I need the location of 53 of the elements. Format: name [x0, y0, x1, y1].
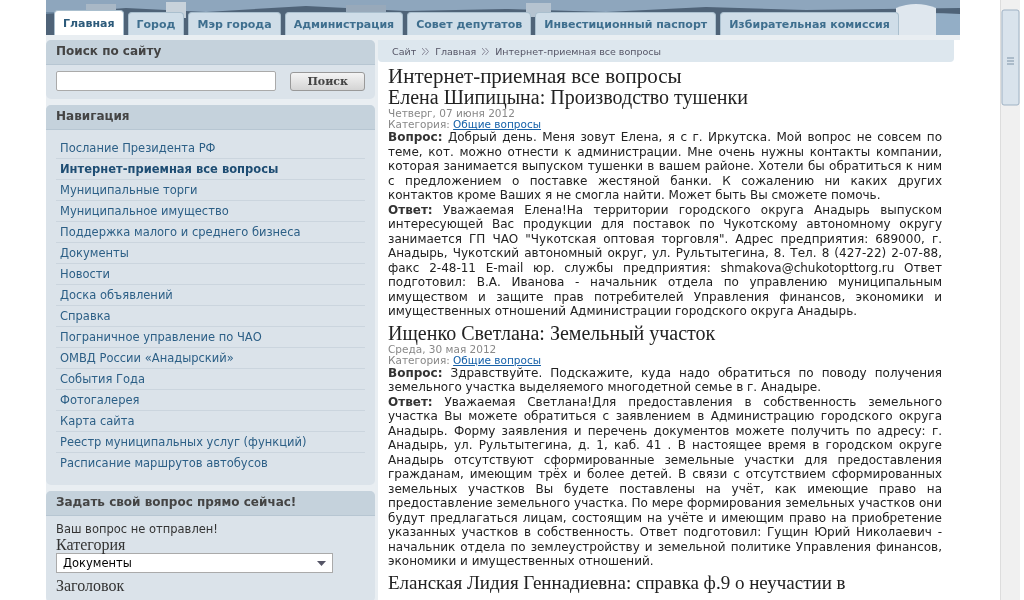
category-select[interactable]: Документы	[56, 553, 333, 573]
nav-tab[interactable]: Администрация	[284, 12, 404, 35]
question-text: Вопрос: Здравствуйте. Подскажите, куда надо обратиться по поводу получения земельного участка выделяемого многодетной семье в г. Анадыре.	[388, 365, 942, 395]
breadcrumb-link[interactable]: Сайт	[392, 45, 417, 57]
box-title: Задать свой вопрос прямо сейчас!	[46, 491, 375, 516]
answer-text: Ответ: Уважаемая Светлана!Для предоставления в собственность земельного участка Вы можете обратиться с заявлением в Администрацию городского округа Анадырь. Форму заявления и перечень документов можете получить по адресу: г. Анадырь, ул. Рультытегина, д. 1, каб. 41 . В настоящее время в городском округе Анадырь отсутствуют сформированные земельные участки для предоставления гражданам, имеющим трёх и более детей. В связи с отсутствием сформированных земельных участков Вы будете поставлены на учёт, как имеющие право на предоставление земельного участка. По мере формирования земельных участков они будут предлагаться лицам, состоящим на учёте и имеющим право на приобретение указанных участков в собственность. Ответ подготовил: Гущин Юрий Николаевич - начальник отдела по землеустройству и земельной политике Управления финансов, экономики и имущественных отношений.	[388, 394, 942, 569]
field-label: Заголовок	[56, 577, 126, 594]
box-title: Навигация	[46, 105, 375, 130]
category-label: Категория:	[388, 118, 451, 130]
nav-link[interactable]: Новости	[56, 264, 365, 285]
question-title[interactable]: Ищенко Светлана: Земельный участок	[388, 322, 942, 344]
nav-link[interactable]: Поддержка малого и среднего бизнеса	[56, 222, 365, 243]
nav-link[interactable]: Фотогалерея	[56, 390, 365, 411]
nav-tab[interactable]: Избирательная комиссия	[720, 12, 899, 35]
nav-link[interactable]: Карта сайта	[56, 411, 365, 432]
category-link[interactable]: Общие вопросы	[453, 353, 541, 366]
question-date: Четверг, 07 июня 2012	[388, 108, 515, 119]
scrollbar[interactable]	[1000, 0, 1020, 600]
box-title: Поиск по сайту	[46, 40, 375, 65]
nav-link[interactable]: Пограничное управление по ЧАО	[56, 327, 365, 348]
nav-link[interactable]: Справка	[56, 306, 365, 327]
page-title: Интернет-приемная все вопросы	[388, 65, 683, 87]
nav-link[interactable]: Муниципальное имущество	[56, 201, 365, 222]
nav-tab[interactable]: Мэр города	[188, 12, 281, 35]
nav-link[interactable]: Реестр муниципальных услуг (функций)	[56, 432, 365, 453]
question-date: Среда, 30 мая 2012	[388, 343, 498, 355]
field-label: Категория	[56, 536, 127, 553]
question-text: Вопрос: Добрый день. Меня зовут Елена, я с г. Иркутска. Мой вопрос не совсем по теме, кот. можно отнести к администрации. Мне очень нужны контакты компании, которая занимается выпуском тушенки в вашем районе. Хотели бы обратиться к ним с предложением о поставке жестяной банки. К сожалению ни каких других контактов кроме Ваших я не смогла найти. Может быть Вы сможете помочь.	[388, 130, 942, 203]
nav-link[interactable]: Послание Президента РФ	[56, 138, 365, 159]
category-label: Категория:	[388, 353, 451, 366]
question-title[interactable]: Елена Шипицына: Производство тушенки	[388, 87, 942, 108]
nav-tab[interactable]: Инвестиционный паспорт	[535, 12, 717, 35]
search-button[interactable]: Поиск	[290, 71, 365, 91]
search-field[interactable]	[56, 71, 277, 91]
category-link[interactable]: Общие вопросы	[453, 118, 541, 130]
question-title[interactable]: Еланская Лидия Геннадиевна: справка ф.9 о неучастии в	[388, 572, 942, 592]
dropdown-arrow-icon	[317, 560, 326, 566]
nav-link[interactable]: События Года	[56, 369, 365, 390]
nav-link[interactable]: ОМВД России «Анадырский»	[56, 348, 365, 369]
nav-link[interactable]: Муниципальные торги	[56, 180, 365, 201]
nav-link[interactable]: Доска объявлений	[56, 285, 365, 306]
separator-icon	[422, 47, 430, 55]
nav-tab[interactable]: Город	[127, 12, 185, 35]
nav-link[interactable]: Документы	[56, 243, 365, 264]
separator-icon	[482, 47, 490, 55]
breadcrumb-link[interactable]: Главная	[435, 45, 477, 57]
nav-link[interactable]: Интернет-приемная все вопросы	[56, 159, 365, 180]
nav-tab[interactable]: Главная	[54, 10, 124, 35]
breadcrumb-link[interactable]: Интернет-приемная все вопросы	[495, 45, 662, 57]
nav-link[interactable]: Расписание маршрутов автобусов	[56, 453, 365, 473]
nav-tab[interactable]: Совет депутатов	[407, 12, 532, 35]
status-message: Ваш вопрос не отправлен!	[56, 522, 219, 536]
answer-text: Ответ: Уважаемая Елена!На территории городского округа Анадырь выпуском интересующей Вас продукции для поставок по Чукотскому автономному округу занимается ГП ЧАО "Чукотская оптовая торговля". Адрес предприятия: 689000, г. Анадырь, Чукотский автономный округ, ул. Рультытегина, 8. Тел. 8 (427-22) 2-07-88, факс 2-48-11 E-mail юр. службы предприятия: shmakova@chukotopttorg.ru Ответ подготовил: В.А. Иванова - начальник отдела по управлению муниципальным имуществом и защите прав потребителей Управления финансов, экономики и имущественных отношений Администрации городского округа Анадырь.	[388, 202, 942, 319]
